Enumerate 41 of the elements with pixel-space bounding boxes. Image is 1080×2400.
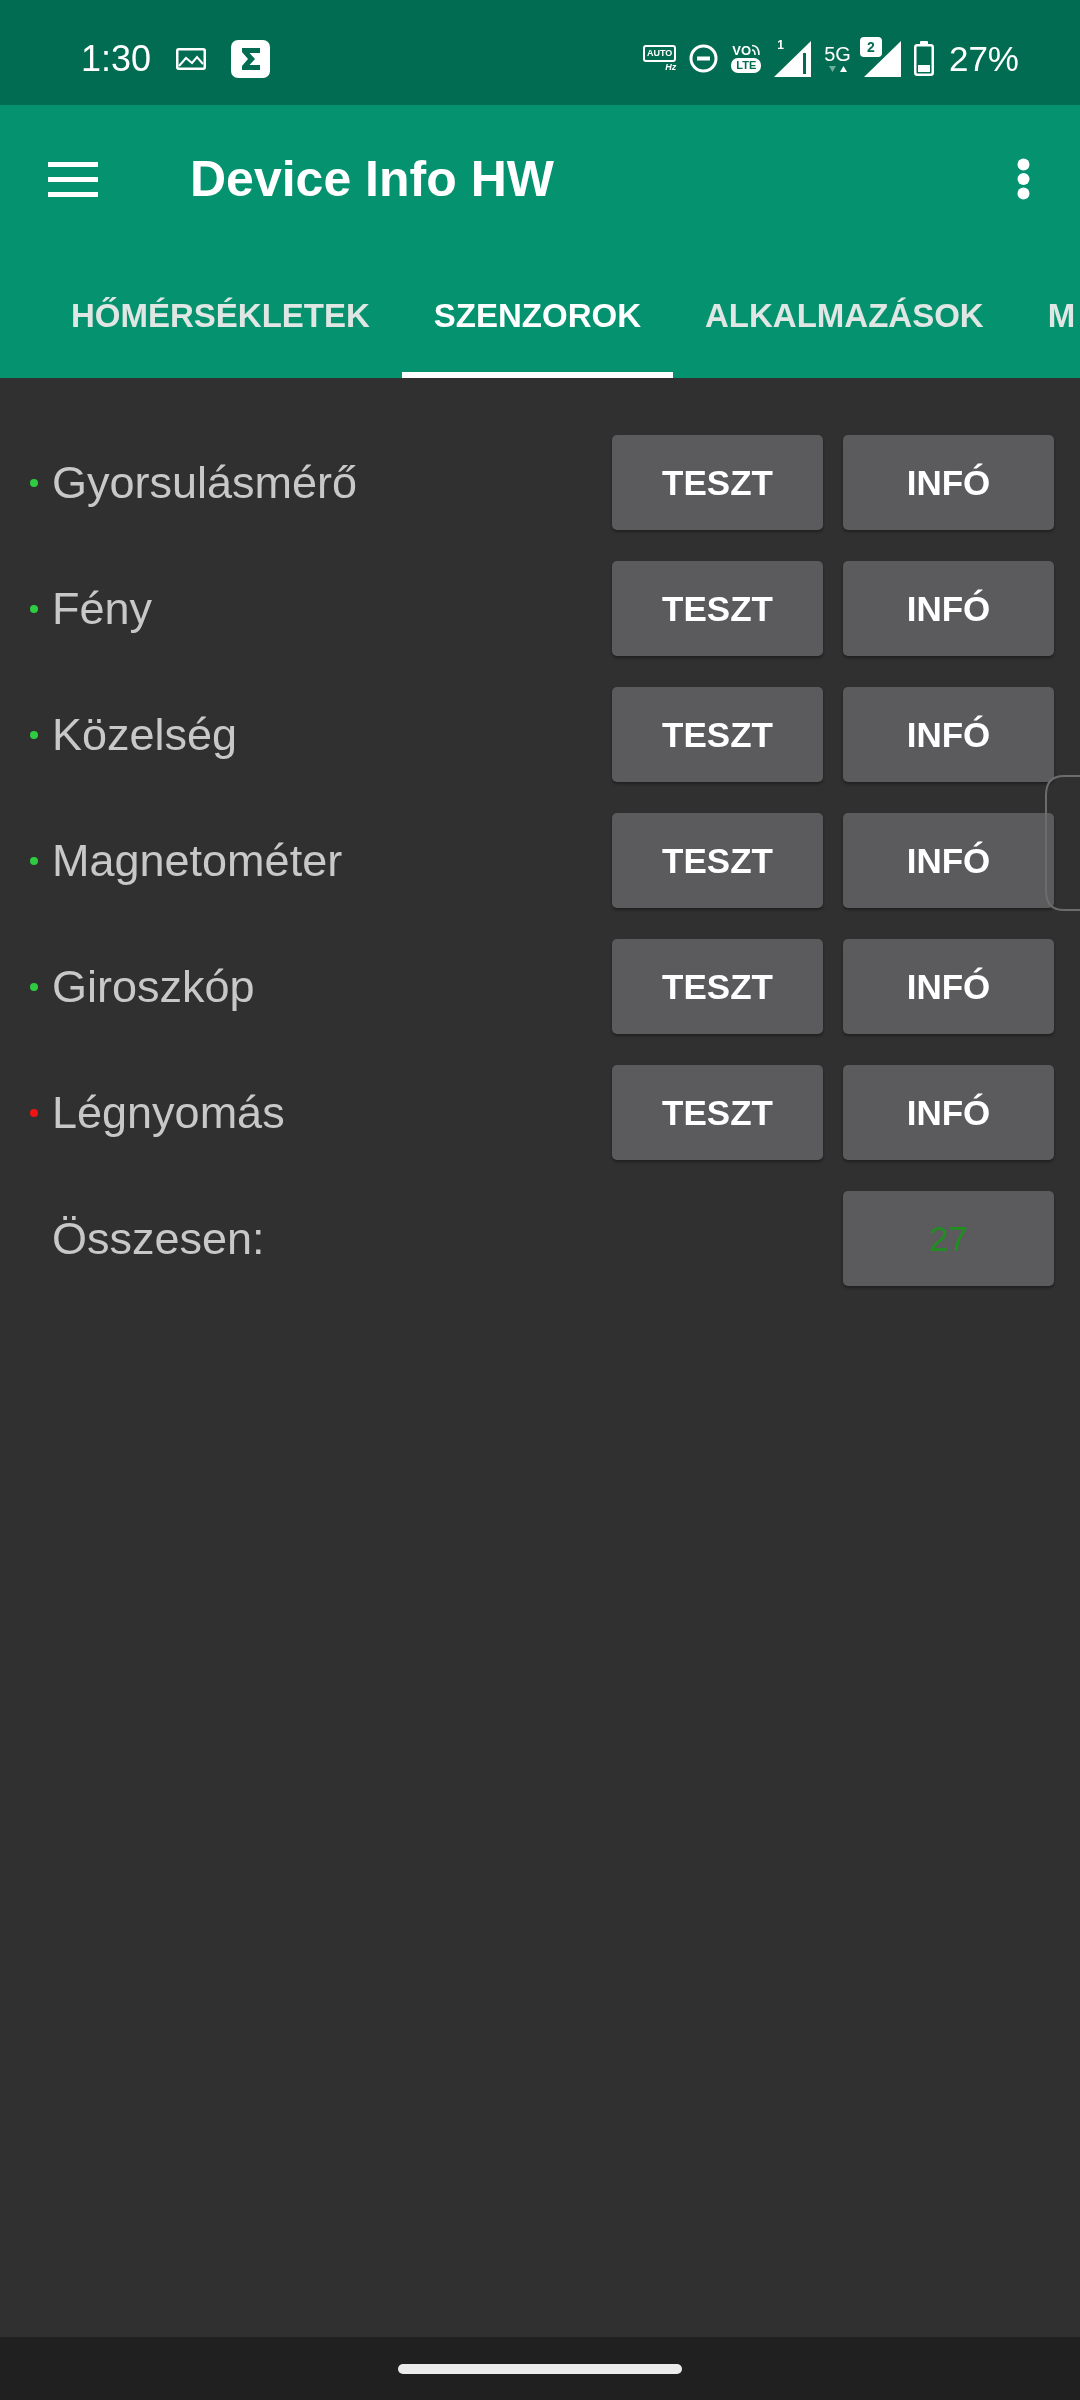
app-title: Device Info HW (190, 154, 555, 204)
data-arrows-icon (827, 65, 848, 73)
clock: 1:30 (81, 40, 152, 77)
refresh-rate-badge: AUTO (642, 45, 677, 62)
sigma-app-icon (231, 39, 271, 78)
info-button[interactable]: INFÓ (843, 687, 1054, 782)
sensor-name: Légnyomás (52, 1085, 286, 1140)
test-button[interactable]: TESZT (612, 561, 823, 656)
lte-badge: LTE (731, 58, 762, 73)
edge-panel-handle[interactable] (1044, 775, 1080, 911)
refresh-rate-unit: Hz (665, 63, 677, 72)
test-button[interactable]: TESZT (612, 687, 823, 782)
test-button[interactable]: TESZT (612, 1065, 823, 1160)
signal-waves-icon (751, 44, 761, 57)
test-button[interactable]: TESZT (612, 813, 823, 908)
image-icon (176, 47, 207, 70)
sim-badge: 2 (859, 36, 882, 57)
home-indicator[interactable] (398, 2363, 682, 2374)
sensor-name: Gyorsulásmérő (52, 455, 359, 510)
info-button[interactable]: INFÓ (843, 561, 1054, 656)
battery-percentage: 27% (948, 41, 1019, 76)
sensor-name: Fény (52, 581, 154, 636)
info-button[interactable]: INFÓ (843, 1065, 1054, 1160)
test-button[interactable]: TESZT (612, 939, 823, 1034)
info-button[interactable]: INFÓ (843, 939, 1054, 1034)
more-options-icon[interactable] (1017, 158, 1030, 200)
signal-strength-icon (863, 40, 901, 77)
sensor-name: Magnetométer (52, 833, 344, 888)
signal-strength-icon (774, 40, 812, 77)
battery-icon (913, 41, 934, 76)
test-button[interactable]: TESZT (612, 435, 823, 530)
sensor-name: Giroszkóp (52, 959, 256, 1014)
menu-icon[interactable] (48, 161, 98, 197)
sim-number: 1 (777, 38, 784, 51)
sensor-name: Közelség (52, 707, 239, 762)
info-button[interactable]: INFÓ (843, 813, 1054, 908)
network-type: 5G (824, 44, 851, 64)
total-label: Összesen: (51, 1211, 266, 1266)
volte-label: VO (732, 44, 752, 58)
info-button[interactable]: INFÓ (843, 435, 1054, 530)
do-not-disturb-icon (689, 44, 719, 73)
